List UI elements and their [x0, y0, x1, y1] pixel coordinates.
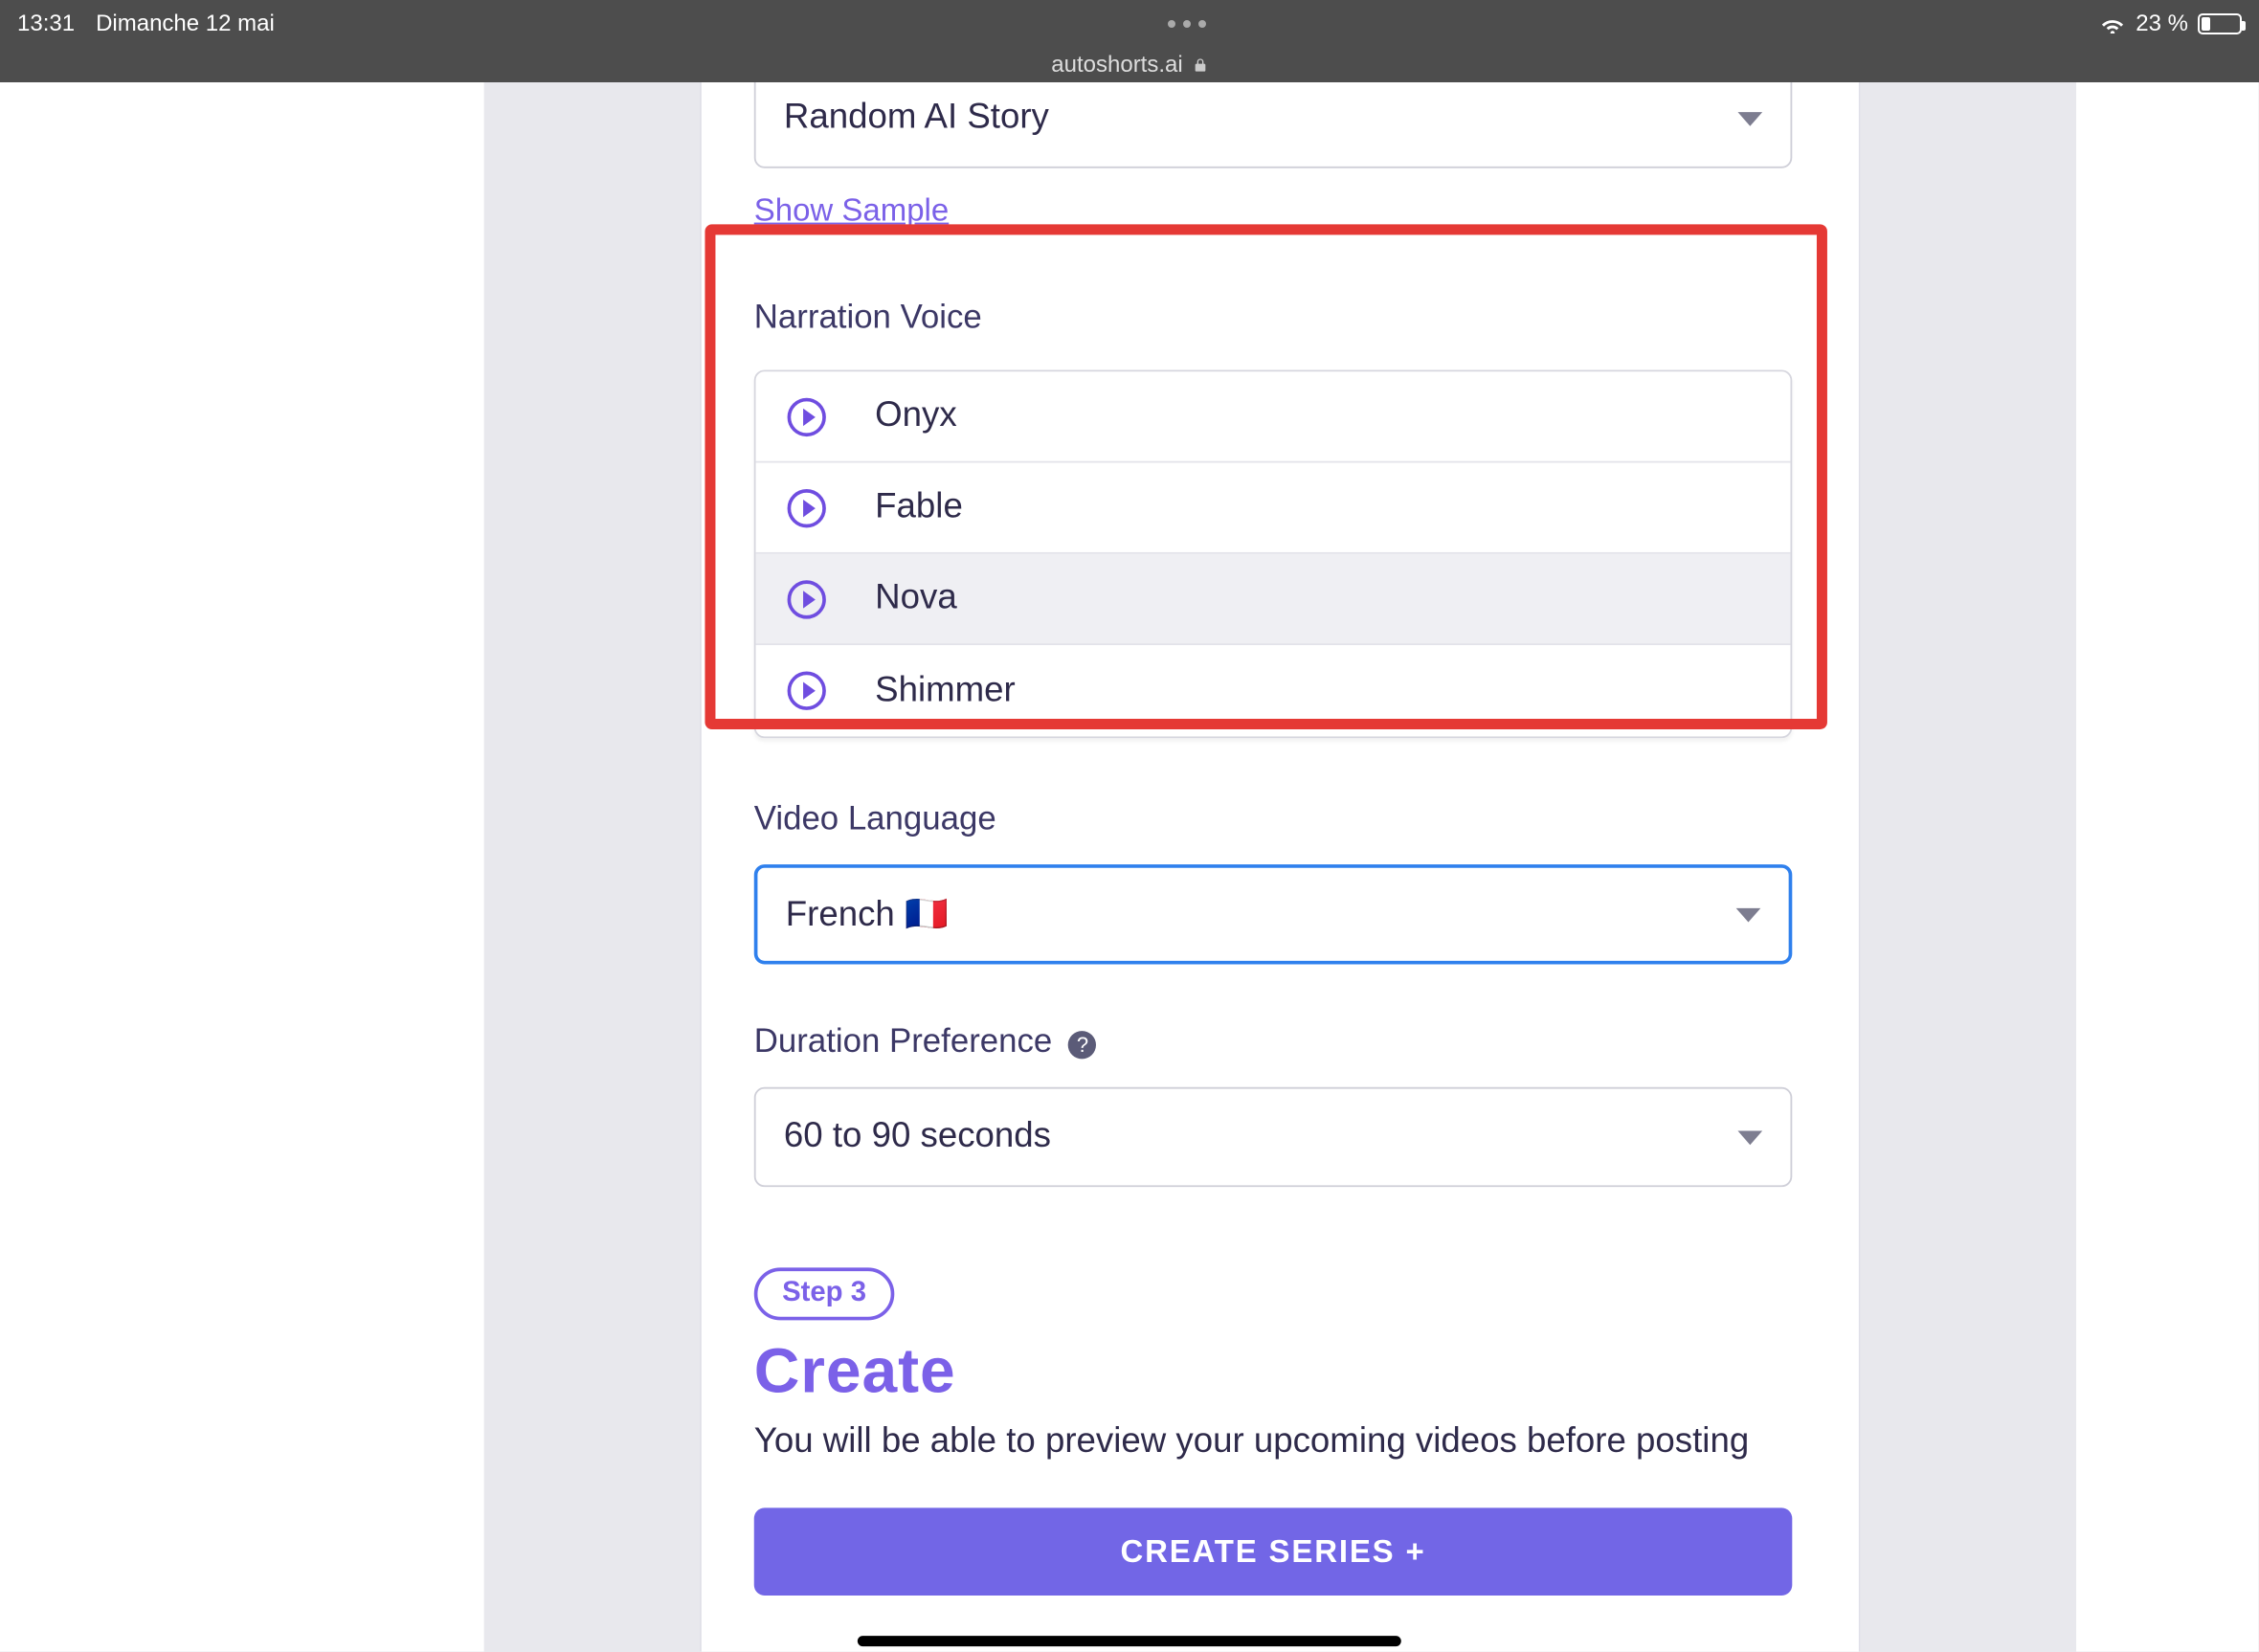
multitask-dots-icon[interactable]: [1168, 20, 1206, 28]
play-icon[interactable]: [788, 672, 826, 710]
home-indicator[interactable]: [858, 1636, 1401, 1646]
step-pill: Step 3: [754, 1267, 895, 1320]
voice-name: Shimmer: [875, 671, 1016, 711]
video-language-label: Video Language: [754, 801, 1806, 839]
url-text: autoshorts.ai: [1051, 52, 1182, 78]
ipad-status-bar: 13:31 Dimanche 12 mai 23 %: [0, 0, 2259, 48]
narration-voice-label: Narration Voice: [754, 300, 1806, 338]
voice-list: Onyx Fable Nova Shimmer: [754, 369, 1793, 738]
video-language-value: French 🇫🇷: [786, 892, 949, 936]
voice-option-fable[interactable]: Fable: [756, 463, 1791, 554]
show-sample-link[interactable]: Show Sample: [754, 192, 949, 228]
create-series-button[interactable]: CREATE SERIES +: [754, 1507, 1793, 1596]
help-icon[interactable]: ?: [1068, 1031, 1096, 1059]
status-time: 13:31: [17, 11, 75, 37]
story-type-value: Random AI Story: [784, 98, 1049, 138]
step-title: Create: [754, 1334, 1806, 1408]
play-icon[interactable]: [788, 397, 826, 435]
voice-option-shimmer[interactable]: Shimmer: [756, 645, 1791, 736]
wifi-icon: [2099, 14, 2126, 33]
play-icon[interactable]: [788, 579, 826, 617]
duration-label: Duration Preference ?: [754, 1024, 1806, 1062]
voice-option-onyx[interactable]: Onyx: [756, 371, 1791, 462]
voice-name: Onyx: [875, 396, 957, 436]
lock-icon: [1193, 57, 1208, 73]
duration-select[interactable]: 60 to 90 seconds: [754, 1087, 1793, 1187]
voice-name: Fable: [875, 487, 963, 527]
step-subtitle: You will be able to preview your upcomin…: [754, 1422, 1806, 1462]
battery-fill: [2202, 17, 2210, 31]
battery-percent: 23 %: [2136, 11, 2188, 37]
voice-option-nova[interactable]: Nova: [756, 554, 1791, 645]
browser-url-bar[interactable]: autoshorts.ai: [0, 48, 2259, 82]
chevron-down-icon: [1738, 111, 1763, 125]
voice-name: Nova: [875, 578, 957, 618]
status-date: Dimanche 12 mai: [96, 11, 275, 37]
duration-value: 60 to 90 seconds: [784, 1117, 1051, 1157]
chevron-down-icon: [1738, 1130, 1763, 1145]
play-icon[interactable]: [788, 488, 826, 526]
battery-icon: [2198, 13, 2242, 34]
chevron-down-icon: [1736, 907, 1761, 922]
story-type-select[interactable]: Random AI Story: [754, 82, 1793, 168]
video-language-select[interactable]: French 🇫🇷: [754, 864, 1793, 964]
